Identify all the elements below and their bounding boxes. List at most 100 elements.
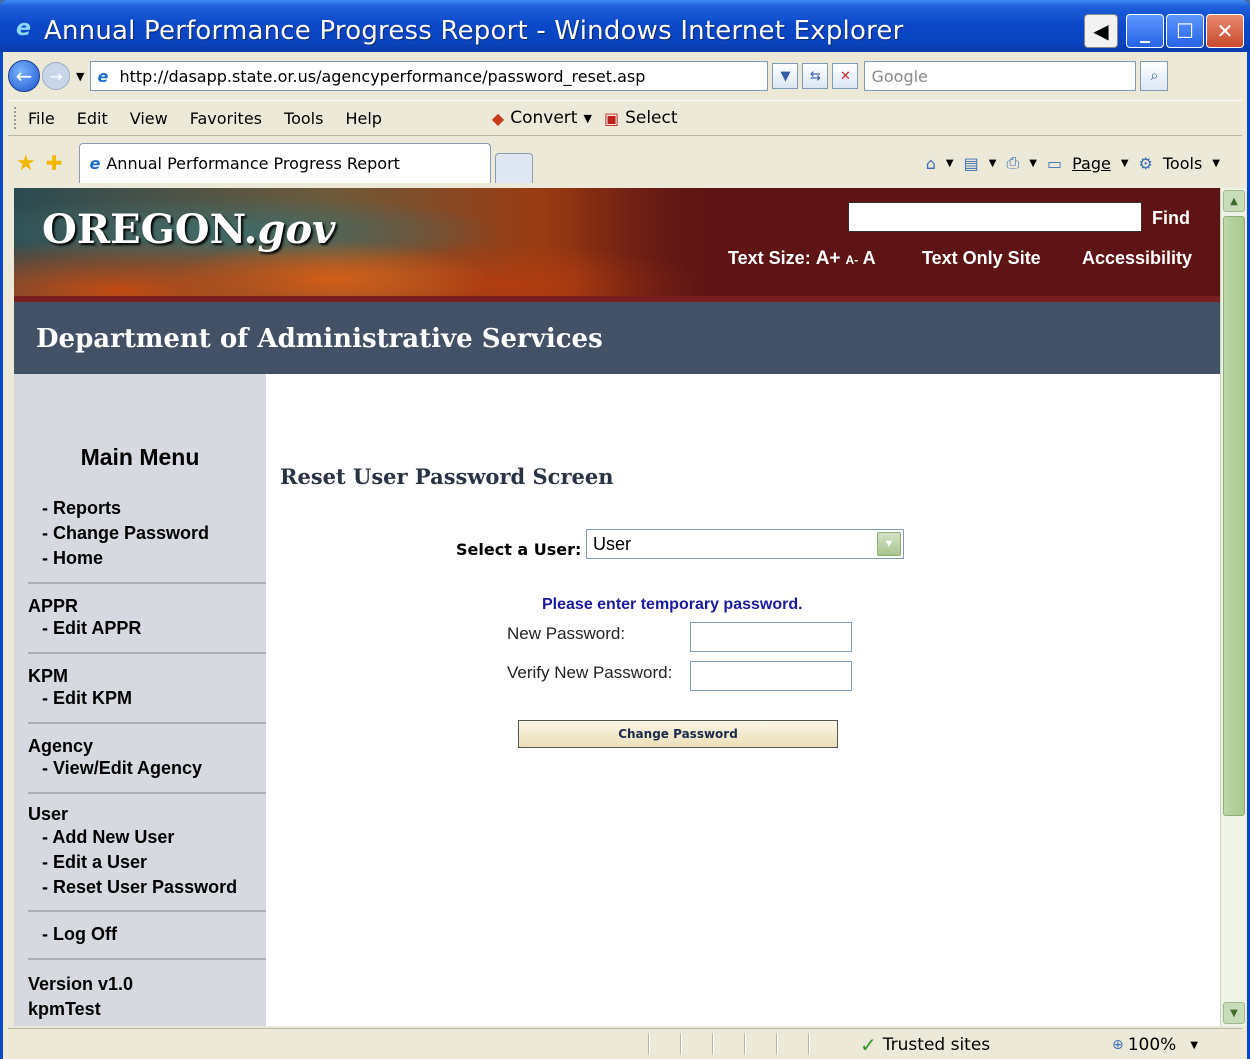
menu-file[interactable]: File [28, 109, 55, 128]
sidebar-link-reset-user-password[interactable]: - Reset User Password [42, 877, 237, 898]
print-icon[interactable]: ⎙ [1006, 153, 1019, 173]
scroll-thumb[interactable] [1223, 216, 1245, 816]
zoom-level: 100% [1127, 1035, 1177, 1055]
sidebar-link-edit-kpm[interactable]: - Edit KPM [42, 688, 132, 709]
sidebar-link-add-new-user[interactable]: - Add New User [42, 827, 174, 848]
status-divider [808, 1033, 810, 1055]
chevron-down-icon[interactable]: ▼ [877, 532, 901, 556]
feeds-icon[interactable]: ▤ [964, 154, 979, 173]
tab-active[interactable]: e Annual Performance Progress Report [78, 143, 491, 183]
search-input[interactable]: Google [864, 61, 1137, 91]
site-search-input[interactable] [848, 202, 1142, 232]
change-password-button[interactable]: Change Password [518, 720, 838, 748]
text-size-decrease[interactable]: A- [846, 253, 859, 267]
status-bar: ✓ Trusted sites ⊕ 100% ▼ [8, 1028, 1242, 1058]
accessibility-link[interactable]: Accessibility [1082, 248, 1192, 269]
new-tab-button[interactable] [494, 153, 533, 183]
sidebar-divider [28, 652, 266, 654]
tools-menu[interactable]: Tools [1163, 154, 1202, 173]
menu-tools[interactable]: Tools [284, 109, 323, 128]
convert-button[interactable]: Convert [510, 108, 577, 128]
refresh-icon[interactable]: ⇆ [802, 63, 829, 89]
text-size-increase[interactable]: A+ [816, 248, 841, 269]
menu-view[interactable]: View [130, 109, 168, 128]
banner-fade [574, 188, 754, 296]
new-password-input[interactable] [690, 622, 852, 652]
home-dropdown-icon[interactable]: ▼ [946, 158, 954, 169]
sidebar-divider [28, 582, 266, 584]
status-divider [648, 1033, 650, 1055]
address-dropdown-icon[interactable]: ▼ [772, 63, 799, 89]
text-size-normal[interactable]: A [863, 248, 876, 268]
sidebar-link-edit-a-user[interactable]: - Edit a User [42, 852, 147, 873]
menu-help[interactable]: Help [345, 109, 381, 128]
scroll-down-icon[interactable]: ▼ [1223, 1002, 1245, 1024]
page-icon: ▭ [1046, 153, 1063, 173]
menu-bar: File Edit View Favorites Tools Help ◆ Co… [8, 100, 1242, 136]
status-divider [776, 1033, 778, 1055]
sidebar-divider [28, 958, 266, 960]
status-divider [744, 1033, 746, 1055]
tools-dropdown-icon[interactable]: ▼ [1212, 158, 1220, 169]
maximize-button[interactable]: ☐ [1166, 14, 1204, 48]
favorites-star-icon[interactable]: ★ [16, 151, 36, 176]
sidebar-heading-appr: APPR [28, 596, 79, 616]
close-button[interactable]: ✕ [1206, 14, 1244, 48]
verify-password-label: Verify New Password: [507, 663, 673, 682]
back-button[interactable]: ← [8, 60, 40, 92]
oregon-logo[interactable]: OREGON.gov [42, 206, 335, 253]
window-controls: ◀ _ ☐ ✕ [1084, 14, 1244, 48]
search-icon[interactable]: ⌕ [1140, 61, 1169, 91]
zoom-dropdown-icon[interactable]: ▼ [1190, 1040, 1198, 1051]
convert-dropdown-icon[interactable]: ▼ [583, 112, 591, 125]
zoom-control[interactable]: ⊕ 100% ▼ [1112, 1035, 1198, 1055]
user-select-value: User [593, 533, 632, 554]
status-divider [680, 1033, 682, 1055]
tab-label: Annual Performance Progress Report [106, 154, 400, 173]
sidebar-link-reports[interactable]: - Reports [42, 498, 121, 519]
page-menu[interactable]: Page [1072, 154, 1111, 173]
user-select[interactable]: User ▼ [586, 529, 904, 559]
menu-edit[interactable]: Edit [77, 109, 108, 128]
vertical-scrollbar[interactable]: ▲ ▼ [1220, 188, 1246, 1026]
select-icon: ▣ [603, 108, 620, 128]
logged-in-user: kpmTest [28, 999, 101, 1019]
menu-favorites[interactable]: Favorites [190, 109, 262, 128]
verify-password-input[interactable] [690, 661, 852, 691]
window-title: Annual Performance Progress Report - Win… [44, 16, 904, 46]
sidebar-heading-user: User [28, 804, 69, 824]
security-zone[interactable]: ✓ Trusted sites [860, 1033, 990, 1057]
back-arrow-icon[interactable]: ◀ [1084, 14, 1118, 48]
add-favorite-icon[interactable]: ✚ [46, 151, 63, 175]
find-button[interactable]: Find [1152, 208, 1190, 229]
sidebar-heading-kpm: KPM [28, 666, 68, 686]
sidebar-link-view-edit-agency[interactable]: - View/Edit Agency [42, 758, 202, 779]
tools-gear-icon: ⚙ [1138, 153, 1153, 173]
ie-logo-icon: e [16, 16, 31, 41]
toolbar-grip [14, 107, 18, 129]
select-button[interactable]: Select [625, 108, 677, 128]
logo-main: OREGON. [42, 206, 258, 253]
forward-button[interactable]: → [42, 62, 70, 90]
select-user-label: Select a User: [456, 540, 582, 559]
new-password-label: New Password: [507, 624, 626, 643]
convert-icon: ◆ [491, 108, 505, 128]
page-ie-icon: e [97, 67, 109, 86]
feeds-dropdown-icon[interactable]: ▼ [989, 158, 997, 169]
main-menu-title: Main Menu [80, 444, 200, 470]
minimize-button[interactable]: _ [1126, 14, 1164, 48]
sidebar-divider [28, 910, 266, 912]
sidebar-link-home[interactable]: - Home [42, 548, 103, 569]
print-dropdown-icon[interactable]: ▼ [1029, 158, 1037, 169]
text-only-link[interactable]: Text Only Site [922, 248, 1041, 269]
sidebar-link-log-off[interactable]: - Log Off [42, 924, 117, 945]
home-icon[interactable]: ⌂ [926, 154, 936, 173]
sidebar-link-change-password[interactable]: - Change Password [42, 523, 209, 544]
history-dropdown-icon[interactable]: ▼ [76, 70, 84, 83]
address-field[interactable]: e http://dasapp.state.or.us/agencyperfor… [90, 61, 769, 91]
pdf-toolbar: ◆ Convert ▼ ▣ Select [492, 108, 684, 128]
stop-icon[interactable]: ✕ [832, 63, 859, 89]
sidebar-link-edit-appr[interactable]: - Edit APPR [42, 618, 141, 639]
page-dropdown-icon[interactable]: ▼ [1121, 158, 1129, 169]
scroll-up-icon[interactable]: ▲ [1223, 190, 1245, 212]
